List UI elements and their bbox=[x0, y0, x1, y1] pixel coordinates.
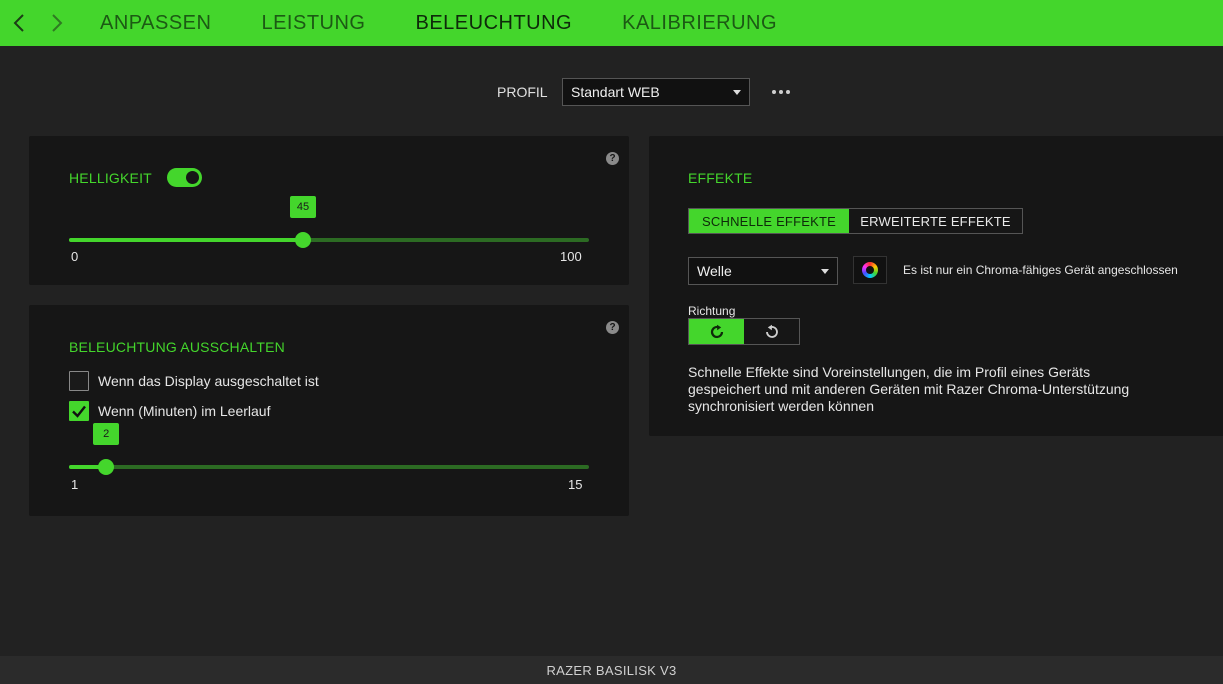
chroma-note: Es ist nur ein Chroma-fähiges Gerät ange… bbox=[903, 263, 1178, 277]
chevron-down-icon bbox=[733, 90, 741, 95]
chevron-left-icon bbox=[13, 14, 24, 32]
toggle-knob bbox=[186, 171, 199, 184]
idle-min-label: 1 bbox=[71, 477, 79, 492]
brightness-min-label: 0 bbox=[71, 249, 79, 264]
direction-counterclockwise-button[interactable] bbox=[744, 319, 799, 344]
help-icon[interactable]: ? bbox=[606, 152, 619, 165]
idle-option[interactable]: Wenn (Minuten) im Leerlauf bbox=[69, 401, 270, 421]
idle-max-label: 15 bbox=[568, 477, 583, 492]
top-nav-bar: ANPASSEN LEISTUNG BELEUCHTUNG KALIBRIERU… bbox=[0, 0, 1223, 46]
slider-value-bubble: 45 bbox=[290, 196, 316, 218]
brightness-max-label: 100 bbox=[560, 249, 582, 264]
effect-select[interactable]: Welle bbox=[688, 257, 838, 285]
display-off-checkbox[interactable] bbox=[69, 371, 89, 391]
profile-label: PROFIL bbox=[497, 84, 548, 100]
checkmark-icon bbox=[72, 405, 86, 418]
device-footer: RAZER BASILISK V3 bbox=[0, 656, 1223, 684]
chevron-right-icon bbox=[52, 14, 63, 32]
more-dots-icon[interactable] bbox=[768, 86, 794, 98]
tab-beleuchtung[interactable]: BELEUCHTUNG bbox=[415, 0, 572, 46]
effect-select-value: Welle bbox=[697, 263, 732, 279]
display-off-label: Wenn das Display ausgeschaltet ist bbox=[98, 373, 319, 389]
idle-label: Wenn (Minuten) im Leerlauf bbox=[98, 403, 271, 419]
lighting-off-panel: ? BELEUCHTUNG AUSSCHALTEN Wenn das Displ… bbox=[29, 305, 629, 516]
brightness-slider[interactable]: 45 bbox=[69, 196, 589, 251]
brightness-title: HELLIGKEIT bbox=[69, 170, 152, 186]
direction-switch bbox=[688, 318, 800, 345]
forward-button[interactable] bbox=[38, 0, 76, 46]
effects-panel: EFFEKTE SCHNELLE EFFEKTE ERWEITERTE EFFE… bbox=[649, 136, 1223, 436]
effects-mode-switch: SCHNELLE EFFEKTE ERWEITERTE EFFEKTE bbox=[688, 208, 1023, 234]
rotate-clockwise-icon bbox=[710, 324, 723, 338]
slider-thumb[interactable] bbox=[295, 232, 311, 248]
slider-track bbox=[69, 465, 589, 469]
device-name: RAZER BASILISK V3 bbox=[546, 662, 677, 678]
chroma-icon bbox=[862, 262, 878, 278]
brightness-panel: ? HELLIGKEIT 45 0 100 bbox=[29, 136, 629, 285]
lighting-off-title: BELEUCHTUNG AUSSCHALTEN bbox=[69, 339, 285, 355]
profile-select-value: Standart WEB bbox=[571, 84, 660, 100]
help-icon[interactable]: ? bbox=[606, 321, 619, 334]
profile-row: PROFIL Standart WEB bbox=[497, 78, 794, 106]
tab-kalibrierung[interactable]: KALIBRIERUNG bbox=[622, 0, 777, 46]
slider-fill bbox=[69, 238, 303, 242]
tab-leistung[interactable]: LEISTUNG bbox=[261, 0, 365, 46]
chevron-down-icon bbox=[821, 269, 829, 274]
rotate-counterclockwise-icon bbox=[765, 324, 778, 338]
direction-label: Richtung bbox=[688, 304, 736, 318]
profile-select[interactable]: Standart WEB bbox=[562, 78, 750, 106]
display-off-option[interactable]: Wenn das Display ausgeschaltet ist bbox=[69, 371, 319, 391]
effects-title: EFFEKTE bbox=[688, 170, 753, 186]
back-button[interactable] bbox=[0, 0, 38, 46]
slider-thumb[interactable] bbox=[98, 459, 115, 475]
chroma-button[interactable] bbox=[853, 256, 887, 284]
brightness-toggle[interactable] bbox=[167, 168, 202, 187]
slider-value-bubble: 2 bbox=[93, 423, 120, 445]
direction-clockwise-button[interactable] bbox=[689, 319, 744, 344]
effects-description: Schnelle Effekte sind Voreinstellungen, … bbox=[688, 364, 1130, 414]
tab-anpassen[interactable]: ANPASSEN bbox=[100, 0, 211, 46]
idle-minutes-slider[interactable]: 2 bbox=[69, 423, 589, 478]
idle-checkbox[interactable] bbox=[69, 401, 89, 421]
quick-effects-button[interactable]: SCHNELLE EFFEKTE bbox=[689, 209, 849, 233]
main-tabs: ANPASSEN LEISTUNG BELEUCHTUNG KALIBRIERU… bbox=[100, 0, 827, 46]
advanced-effects-button[interactable]: ERWEITERTE EFFEKTE bbox=[849, 209, 1022, 233]
